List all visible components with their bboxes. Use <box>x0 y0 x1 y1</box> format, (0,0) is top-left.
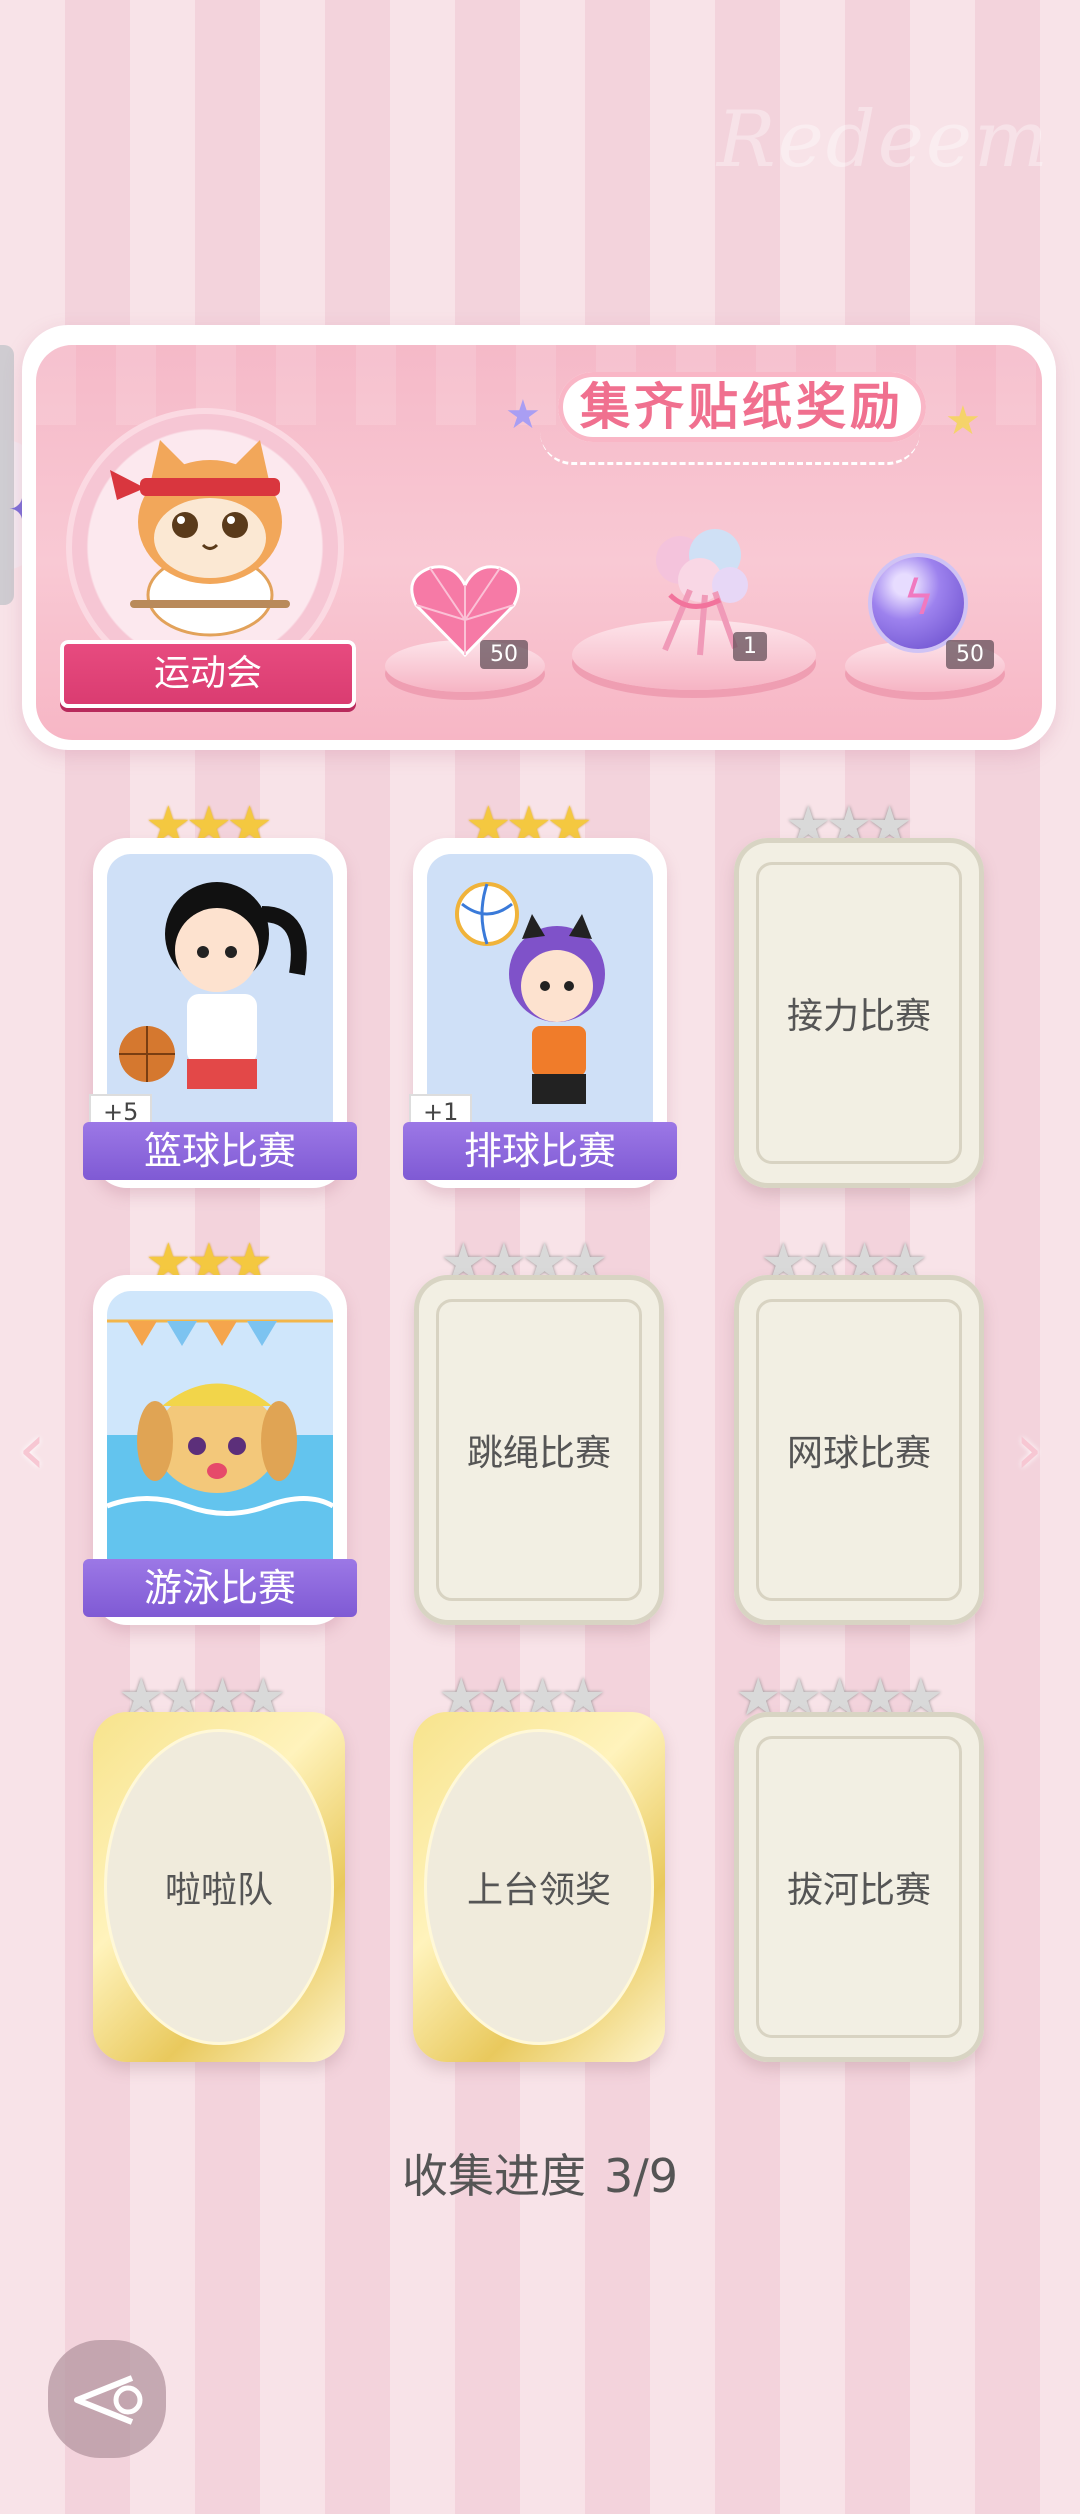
sticker-label: 跳绳比赛 <box>466 1433 611 1474</box>
sticker-label: 游泳比赛 <box>83 1559 357 1617</box>
side-drawer-handle[interactable] <box>0 345 14 605</box>
sticker-card-award-ceremony[interactable]: 上台领奖 <box>413 1712 665 2062</box>
sticker-card-swimming[interactable]: 游泳比赛 <box>83 1275 357 1625</box>
sticker-card-tennis[interactable]: 网球比赛 <box>734 1275 984 1625</box>
purple-star-icon: ★ <box>505 392 541 438</box>
sticker-card-relay[interactable]: 接力比赛 <box>734 838 984 1188</box>
sticker-label: 排球比赛 <box>403 1122 677 1180</box>
collection-progress: 收集进度 3/9 <box>0 2140 1080 2206</box>
sticker-label: 啦啦队 <box>164 1870 273 1911</box>
sticker-label: 上台领奖 <box>466 1870 611 1911</box>
lightning-icon: ϟ <box>903 570 935 626</box>
next-page-arrow-icon[interactable]: › <box>1015 1408 1043 1490</box>
cat-mascot-icon <box>110 440 290 637</box>
prev-page-arrow-icon[interactable]: ‹ <box>18 1408 46 1490</box>
sticker-card-cheerleading[interactable]: 啦啦队 <box>93 1712 345 2062</box>
sticker-card-tug-of-war[interactable]: 拔河比赛 <box>734 1712 984 2062</box>
reward-count: 50 <box>946 640 994 669</box>
reward-count: 50 <box>480 640 528 669</box>
sticker-label: 接力比赛 <box>786 996 931 1037</box>
sticker-label: 拔河比赛 <box>786 1870 931 1911</box>
reward-count: 1 <box>733 632 767 661</box>
sticker-card-jump-rope[interactable]: 跳绳比赛 <box>414 1275 664 1625</box>
yellow-star-icon: ★ <box>945 398 981 444</box>
event-name-tag: 运动会 <box>60 640 356 708</box>
back-arrow-icon <box>74 2375 143 2425</box>
progress-value: 3/9 <box>603 2149 679 2203</box>
sticker-label: 网球比赛 <box>786 1433 931 1474</box>
banner-watermark: Redeem <box>716 95 1050 185</box>
sticker-card-volleyball[interactable]: +1 排球比赛 <box>403 838 677 1188</box>
sticker-card-basketball[interactable]: +5 篮球比赛 <box>83 838 357 1188</box>
sticker-label: 篮球比赛 <box>83 1122 357 1180</box>
progress-label: 收集进度 <box>401 2149 586 2203</box>
banner-title: 集齐贴纸奖励 <box>558 372 926 442</box>
